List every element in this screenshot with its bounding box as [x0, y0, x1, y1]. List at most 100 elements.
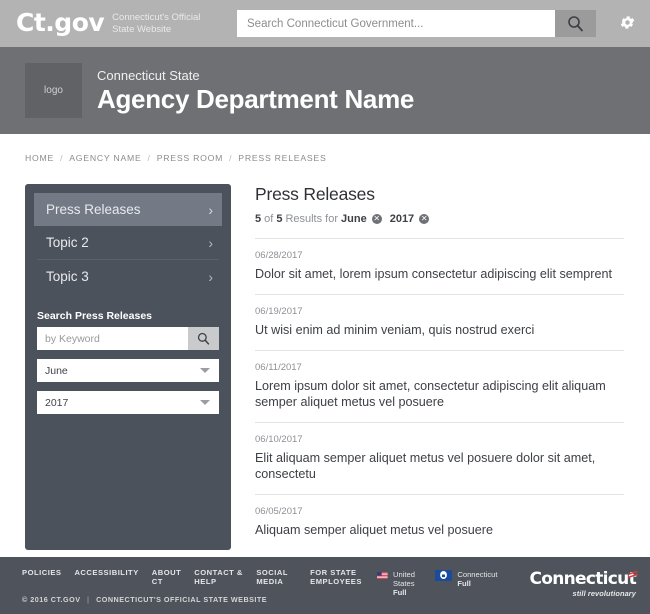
- ct-flag-icon: [435, 570, 453, 581]
- agency-banner: logo Connecticut State Agency Department…: [0, 47, 650, 134]
- year-select-value: 2017: [45, 396, 69, 409]
- chevron-down-icon: [200, 368, 210, 373]
- footer-left: POLICIES ACCESSIBILITY ABOUT CT CONTACT …: [22, 568, 377, 614]
- chevron-right-icon: ›: [208, 201, 213, 218]
- sidebar-item-topic-3[interactable]: Topic 3 ›: [34, 260, 222, 293]
- result-title-link[interactable]: Dolor sit amet, lorem ipsum consectetur …: [255, 266, 624, 282]
- breadcrumb: HOME / AGENCY NAME / PRESS ROOM / PRESS …: [0, 134, 650, 163]
- keyword-input[interactable]: [37, 327, 188, 350]
- footer-link-for-state-employees[interactable]: FOR STATE EMPLOYEES: [310, 568, 377, 586]
- search-icon: [197, 332, 210, 345]
- breadcrumb-separator: /: [229, 153, 233, 163]
- settings-button[interactable]: [619, 14, 636, 31]
- ct-logo-flair-icon: [628, 571, 638, 579]
- footer-links: POLICIES ACCESSIBILITY ABOUT CT CONTACT …: [22, 568, 377, 586]
- ctgov-logo: Ct.gov: [16, 8, 105, 37]
- result-date: 06/19/2017: [255, 306, 303, 317]
- agency-text: Connecticut State Agency Department Name: [97, 68, 414, 114]
- global-footer: POLICIES ACCESSIBILITY ABOUT CT CONTACT …: [0, 557, 650, 614]
- agency-logo: logo: [25, 63, 82, 118]
- result-date: 06/10/2017: [255, 434, 303, 445]
- global-search-button[interactable]: [555, 10, 596, 37]
- footer-link-contact-help[interactable]: CONTACT & HELP: [194, 568, 243, 586]
- footer-copyright-site: CONNECTICUT'S OFFICIAL STATE WEBSITE: [96, 595, 268, 604]
- results-summary: 5 of 5 Results for June ✕ 2017 ✕: [255, 213, 624, 225]
- chevron-right-icon: ›: [208, 234, 213, 251]
- month-select-value: June: [45, 364, 68, 377]
- footer-copy-separator: |: [87, 595, 90, 604]
- sidebar-item-label: Press Releases: [46, 202, 141, 217]
- ct-logo-slogan: still revolutionary: [572, 589, 636, 598]
- chevron-down-icon: [200, 400, 210, 405]
- sidebar-search-label: Search Press Releases: [37, 310, 153, 322]
- gear-icon: [620, 16, 635, 29]
- breadcrumb-item-agency-name[interactable]: AGENCY NAME: [69, 153, 141, 163]
- breadcrumb-separator: /: [60, 153, 64, 163]
- sidebar-search: [37, 327, 219, 350]
- keyword-search-button[interactable]: [188, 327, 219, 350]
- flag-status-text: Connecticut Full: [457, 570, 497, 588]
- result-item: 06/28/2017 Dolor sit amet, lorem ipsum c…: [255, 239, 624, 295]
- global-search-input[interactable]: [237, 10, 555, 37]
- flag-name: Connecticut: [457, 570, 498, 579]
- search-icon: [568, 16, 583, 32]
- filter-chip-year-remove-icon[interactable]: ✕: [419, 214, 430, 224]
- footer-link-accessibility[interactable]: ACCESSIBILITY: [74, 568, 138, 586]
- flag-status: Full: [457, 579, 471, 588]
- sidebar-item-label: Topic 3: [46, 269, 89, 284]
- result-date: 06/28/2017: [255, 250, 303, 261]
- footer-copyright: © 2016 CT.GOV | CONNECTICUT'S OFFICIAL S…: [22, 595, 377, 604]
- result-title-link[interactable]: Ut wisi enim ad minim veniam, quis nostr…: [255, 322, 624, 338]
- footer-copyright-year: © 2016 CT.GOV: [22, 595, 81, 604]
- result-date: 06/05/2017: [255, 506, 303, 517]
- result-title-link[interactable]: Aliquam semper aliquet metus vel posuere: [255, 522, 624, 538]
- month-select[interactable]: June: [37, 359, 219, 382]
- result-title-link[interactable]: Lorem ipsum dolor sit amet, consectetur …: [255, 378, 624, 410]
- ctgov-tagline: Connecticut's Official State Website: [112, 12, 201, 35]
- flag-status-text: United States Full: [393, 570, 421, 597]
- results-for-label: Results for: [285, 213, 339, 225]
- results-of-label: of: [264, 213, 274, 225]
- year-select[interactable]: 2017: [37, 391, 219, 414]
- results-count: 5: [255, 213, 262, 225]
- flag-status-ct[interactable]: Connecticut Full: [435, 570, 497, 588]
- main-column: Press Releases 5 of 5 Results for June ✕…: [255, 184, 650, 550]
- breadcrumb-separator: /: [147, 153, 151, 163]
- flag-name: United States: [392, 570, 415, 588]
- footer-link-policies[interactable]: POLICIES: [22, 568, 61, 586]
- flag-status: Full: [392, 588, 407, 597]
- us-flag-icon: [377, 572, 388, 579]
- footer-link-about-ct[interactable]: ABOUT CT: [152, 568, 182, 586]
- sidebar: Press Releases › Topic 2 › Topic 3 › Sea…: [25, 184, 231, 550]
- filter-chip-month-remove-icon[interactable]: ✕: [371, 214, 382, 224]
- content-area: Press Releases › Topic 2 › Topic 3 › Sea…: [0, 163, 650, 550]
- footer-link-social-media[interactable]: SOCIAL MEDIA: [256, 568, 297, 586]
- results-total: 5: [276, 213, 283, 225]
- agency-subtitle: Connecticut State: [97, 67, 200, 83]
- result-item: 06/19/2017 Ut wisi enim ad minim veniam,…: [255, 295, 624, 351]
- result-item: 06/05/2017 Aliquam semper aliquet metus …: [255, 495, 624, 550]
- sidebar-item-topic-2[interactable]: Topic 2 ›: [34, 226, 222, 259]
- breadcrumb-item-press-releases[interactable]: PRESS RELEASES: [238, 153, 326, 163]
- ct-logo-wordmark: Connecticut: [529, 569, 636, 589]
- flag-status-us[interactable]: United States Full: [377, 570, 421, 597]
- page-root: Ct.gov Connecticut's Official State Webs…: [0, 0, 650, 614]
- chevron-right-icon: ›: [208, 268, 213, 285]
- filter-chip-year-label: 2017: [389, 213, 415, 225]
- filter-chip-month-label: June: [341, 213, 367, 225]
- result-title-link[interactable]: Elit aliquam semper aliquet metus vel po…: [255, 450, 624, 482]
- global-header: Ct.gov Connecticut's Official State Webs…: [0, 0, 650, 47]
- result-item: 06/11/2017 Lorem ipsum dolor sit amet, c…: [255, 351, 624, 423]
- sidebar-item-label: Topic 2: [46, 235, 89, 250]
- global-search: [237, 10, 596, 37]
- footer-right: United States Full Connecticut Full Conn…: [377, 569, 638, 614]
- agency-title: Agency Department Name: [97, 83, 415, 114]
- sidebar-item-press-releases[interactable]: Press Releases ›: [34, 193, 222, 226]
- result-date: 06/11/2017: [255, 362, 302, 373]
- result-item: 06/10/2017 Elit aliquam semper aliquet m…: [255, 423, 624, 495]
- ctgov-brand[interactable]: Ct.gov Connecticut's Official State Webs…: [16, 8, 208, 37]
- connecticut-brand-logo[interactable]: Connecticut still revolutionary: [529, 569, 638, 598]
- breadcrumb-item-home[interactable]: HOME: [25, 153, 54, 163]
- breadcrumb-item-press-room[interactable]: PRESS ROOM: [157, 153, 223, 163]
- page-title: Press Releases: [255, 184, 375, 204]
